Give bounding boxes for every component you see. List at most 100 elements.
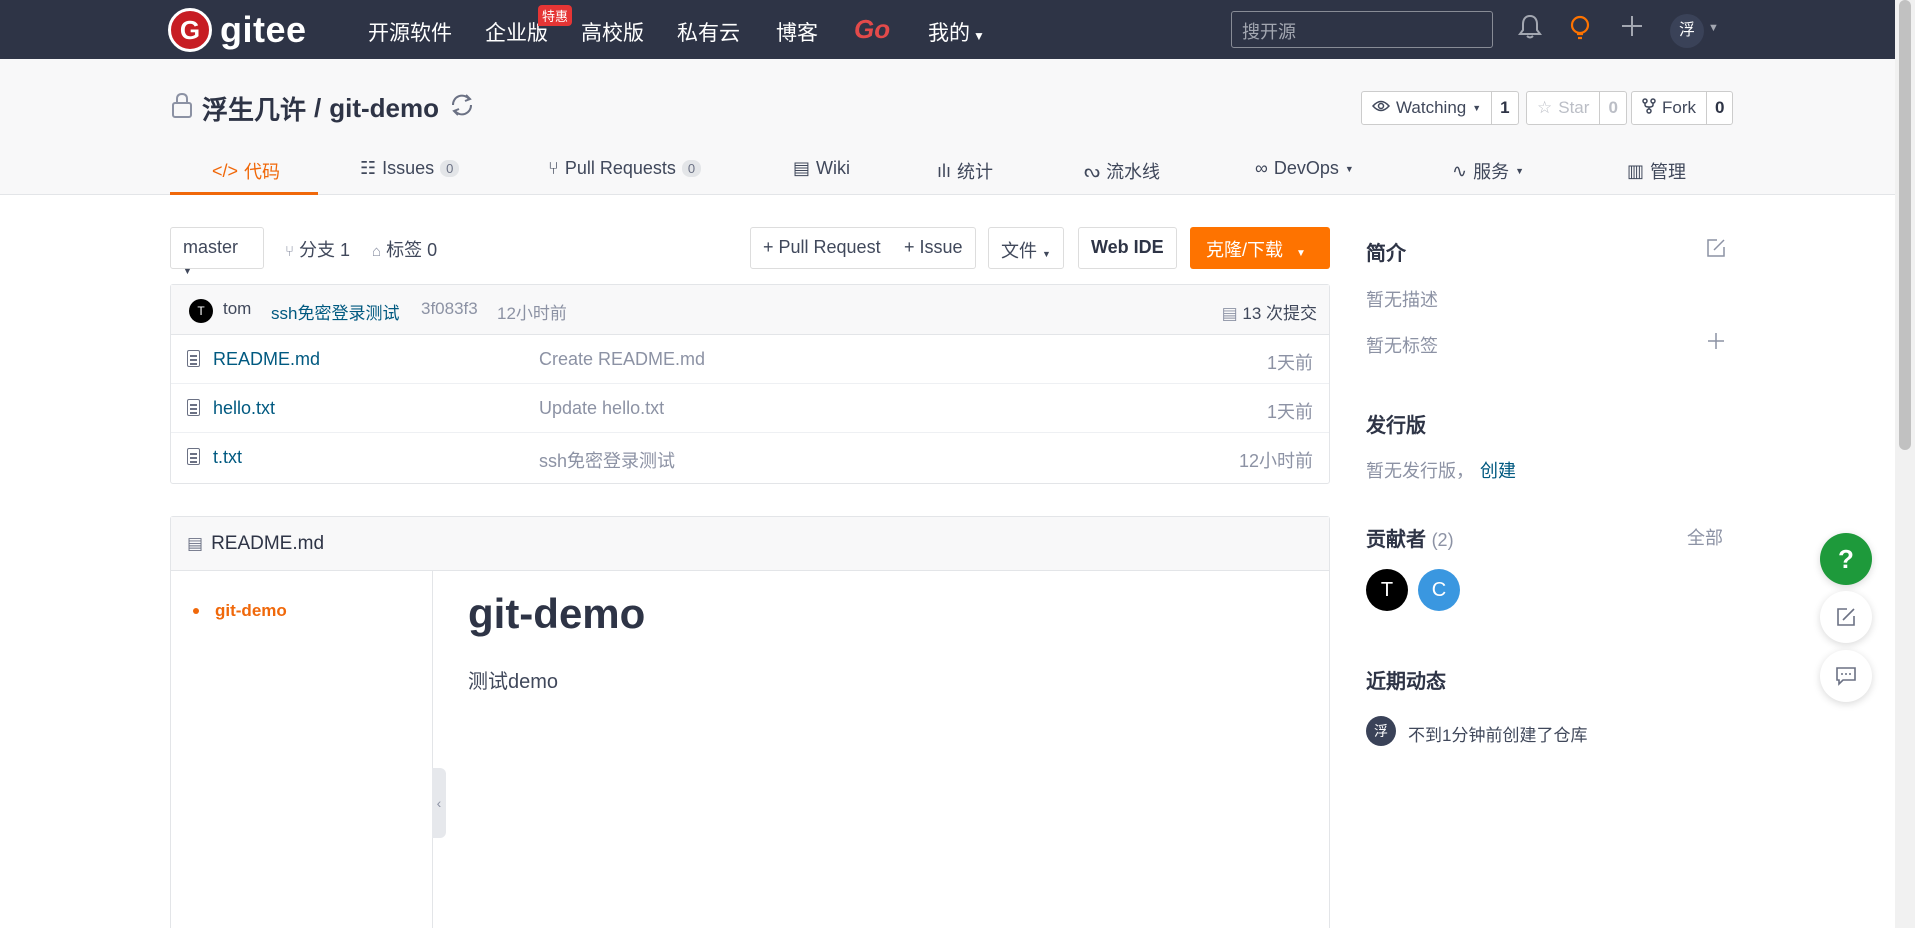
file-name[interactable]: README.md xyxy=(213,349,320,370)
scrollbar-thumb[interactable] xyxy=(1899,0,1911,450)
top-navbar: G gitee 开源软件 企业版 特惠 高校版 私有云 博客 Go 我的 ▼ 搜开… xyxy=(0,0,1895,59)
readme-file-icon: ▤ xyxy=(187,533,204,553)
tags-link[interactable]: ⌂ 标签 0 xyxy=(372,236,437,262)
nav-education[interactable]: 高校版 xyxy=(581,17,644,47)
lightbulb-icon[interactable] xyxy=(1566,14,1594,42)
no-tags: 暂无标签 xyxy=(1366,336,1438,356)
branch-name: master xyxy=(183,237,239,257)
branches-link[interactable]: ⑂ 分支 1 xyxy=(285,236,350,262)
tab-manage-label: 管理 xyxy=(1650,162,1687,182)
bullet-icon xyxy=(193,608,199,614)
contributors-count: (2) xyxy=(1431,530,1454,550)
file-menu-button[interactable]: 文件 ▼ xyxy=(988,227,1064,269)
bell-icon[interactable] xyxy=(1516,14,1544,42)
chart-icon: ılı xyxy=(937,160,952,181)
tab-wiki-label: Wiki xyxy=(816,158,851,178)
chevron-down-icon[interactable]: ▼ xyxy=(1708,22,1719,34)
contributor-avatar[interactable]: C xyxy=(1418,569,1460,611)
add-tag-icon[interactable] xyxy=(1707,332,1725,355)
tab-issues[interactable]: ☷ Issues 0 xyxy=(360,158,460,179)
star-button[interactable]: ☆ Star 0 xyxy=(1526,91,1627,125)
web-ide-button[interactable]: Web IDE xyxy=(1078,227,1177,269)
tab-service[interactable]: ∿ 服务 ▼ xyxy=(1452,158,1524,184)
tab-devops[interactable]: ∞ DevOps ▼ xyxy=(1255,158,1354,179)
star-icon: ☆ xyxy=(1537,98,1553,117)
chevron-down-icon: ▼ xyxy=(1344,163,1354,174)
repo-name-link[interactable]: git-demo xyxy=(329,93,439,124)
commit-count-link[interactable]: ▤ 13 次提交 xyxy=(1222,299,1317,324)
activity-text: 不到1分钟前创建了仓库 xyxy=(1408,726,1588,745)
file-row[interactable]: hello.txt Update hello.txt 1天前 xyxy=(171,384,1329,433)
infinity-icon: ∞ xyxy=(1255,158,1268,178)
tab-pipeline[interactable]: ᔓ 流水线 xyxy=(1084,158,1160,184)
tab-code[interactable]: </> 代码 xyxy=(212,158,280,184)
plus-icon[interactable] xyxy=(1618,14,1646,42)
toc-item[interactable]: git-demo xyxy=(193,601,287,621)
file-commit-message[interactable]: Update hello.txt xyxy=(539,398,664,419)
tab-pulls-label: Pull Requests xyxy=(564,158,676,178)
toc-collapse-toggle[interactable]: ‹ xyxy=(432,768,446,838)
tab-stats[interactable]: ılı 统计 xyxy=(937,158,993,184)
chevron-down-icon: ▼ xyxy=(1296,248,1306,259)
feedback-edit-button[interactable] xyxy=(1820,591,1872,643)
chevron-left-icon: ‹ xyxy=(436,795,442,811)
create-release-link[interactable]: 创建 xyxy=(1480,461,1516,481)
search-input[interactable]: 搜开源 xyxy=(1231,11,1493,48)
commit-author[interactable]: tom xyxy=(223,299,251,319)
commit-message[interactable]: ssh免密登录测试 xyxy=(271,299,399,324)
file-name[interactable]: hello.txt xyxy=(213,398,275,419)
tag-icon: ⌂ xyxy=(372,243,382,260)
nav-open-source[interactable]: 开源软件 xyxy=(368,17,452,47)
user-avatar[interactable]: 浮 xyxy=(1670,14,1704,48)
file-list: T tom ssh免密登录测试 3f083f3 12小时前 ▤ 13 次提交 R… xyxy=(170,284,1330,484)
file-name[interactable]: t.txt xyxy=(213,447,242,468)
edit-icon[interactable] xyxy=(1706,238,1726,263)
commit-time: 12小时前 xyxy=(497,304,567,323)
pipeline-icon: ᔓ xyxy=(1084,160,1101,181)
watch-label: Watching xyxy=(1396,98,1467,117)
star-label: Star xyxy=(1558,98,1590,117)
file-row[interactable]: README.md Create README.md 1天前 xyxy=(171,335,1329,384)
chevron-down-icon: ▼ xyxy=(1042,249,1051,259)
all-contributors-link[interactable]: 全部 xyxy=(1687,524,1723,550)
file-commit-message[interactable]: Create README.md xyxy=(539,349,705,370)
fork-icon xyxy=(1642,97,1656,119)
repo-owner-link[interactable]: 浮生几许 xyxy=(202,90,306,127)
tab-manage[interactable]: ▥ 管理 xyxy=(1627,158,1686,184)
chevron-down-icon: ▼ xyxy=(973,29,985,43)
issues-count: 0 xyxy=(440,160,460,177)
tab-pull-requests[interactable]: ⑂ Pull Requests 0 xyxy=(548,158,702,179)
activity-avatar[interactable]: 浮 xyxy=(1366,716,1396,746)
tab-wiki[interactable]: ▤ Wiki xyxy=(793,158,850,179)
file-row[interactable]: t.txt ssh免密登录测试 12小时前 xyxy=(171,433,1329,482)
chat-button[interactable] xyxy=(1820,650,1872,702)
gitee-logo[interactable]: G gitee xyxy=(168,8,307,52)
help-button[interactable]: ? xyxy=(1820,533,1872,585)
commit-hash[interactable]: 3f083f3 xyxy=(421,299,478,319)
new-issue-button[interactable]: + Issue xyxy=(892,227,976,269)
activity-title: 近期动态 xyxy=(1366,671,1446,693)
nav-mine[interactable]: 我的 ▼ xyxy=(928,17,985,47)
gitee-logo-text: gitee xyxy=(220,9,307,50)
sync-icon[interactable] xyxy=(449,92,475,125)
contributors-label: 贡献者 xyxy=(1366,529,1426,551)
contributor-avatar[interactable]: T xyxy=(1366,569,1408,611)
nav-blog[interactable]: 博客 xyxy=(776,17,818,47)
commit-author-avatar[interactable]: T xyxy=(189,299,213,323)
file-time: 1天前 xyxy=(1266,402,1313,422)
gitee-logo-icon: G xyxy=(168,8,212,52)
latest-commit-row: T tom ssh免密登录测试 3f083f3 12小时前 ▤ 13 次提交 xyxy=(171,285,1329,335)
code-icon: </> xyxy=(212,160,239,181)
fork-button[interactable]: Fork 0 xyxy=(1631,91,1734,125)
file-commit-message[interactable]: ssh免密登录测试 xyxy=(539,447,675,473)
nav-private-cloud[interactable]: 私有云 xyxy=(677,17,740,47)
clone-download-button[interactable]: 克隆/下载 ▼ xyxy=(1190,227,1330,269)
watch-button[interactable]: Watching ▼ 1 xyxy=(1361,91,1519,125)
branch-select[interactable]: master ▼ xyxy=(170,227,264,276)
page-scrollbar[interactable] xyxy=(1895,0,1915,928)
file-time: 1天前 xyxy=(1266,353,1313,373)
tab-service-label: 服务 xyxy=(1473,162,1510,182)
nav-go[interactable]: Go xyxy=(854,14,890,45)
new-pull-request-button[interactable]: + Pull Request xyxy=(750,227,894,269)
readme-header: ▤ README.md xyxy=(171,517,1329,571)
